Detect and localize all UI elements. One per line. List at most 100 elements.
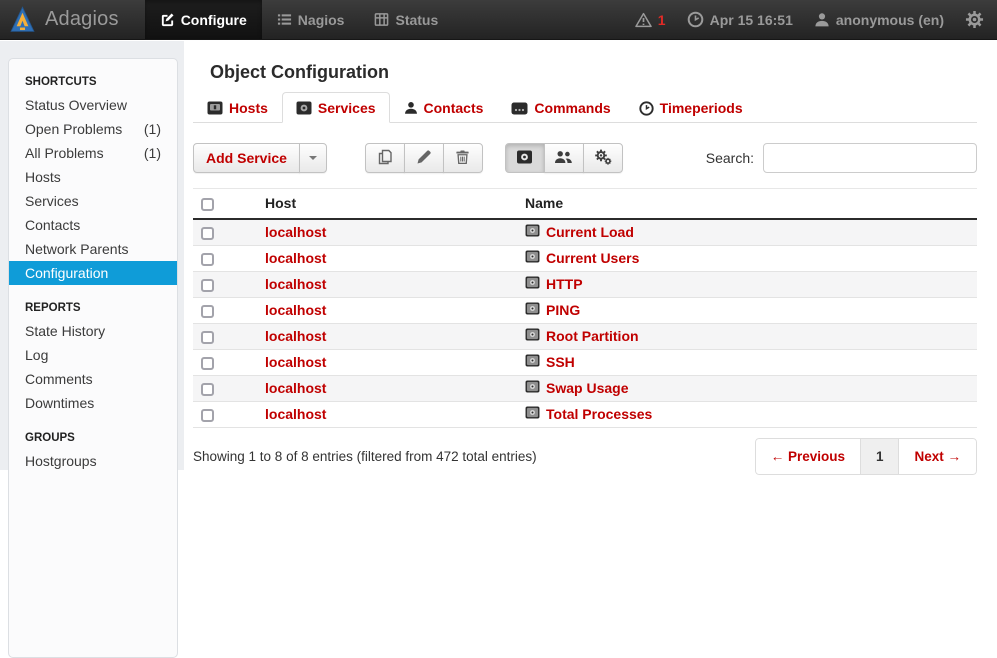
alerts-indicator[interactable]: 1 (635, 12, 666, 28)
datetime-label: Apr 15 16:51 (710, 12, 793, 28)
service-link[interactable]: Current Load (546, 224, 634, 240)
nav-item-nagios[interactable]: Nagios (262, 0, 360, 39)
service-link[interactable]: SSH (546, 354, 575, 370)
nav-item-label: Nagios (298, 12, 345, 28)
user-icon (814, 12, 830, 28)
tab-services[interactable]: Services (282, 92, 390, 123)
sidebar-item-label: Contacts (25, 216, 161, 234)
settings-menu[interactable] (965, 10, 984, 29)
user-menu[interactable]: anonymous (en) (814, 12, 944, 28)
row-checkbox[interactable] (201, 305, 214, 318)
services-view-button[interactable] (505, 143, 545, 173)
column-header-host[interactable]: Host (257, 189, 517, 220)
add-service-group: Add Service (193, 143, 327, 173)
host-link[interactable]: localhost (265, 302, 326, 318)
nav-item-configure[interactable]: Configure (145, 0, 262, 39)
tab-contacts[interactable]: Contacts (390, 92, 498, 123)
add-service-button[interactable]: Add Service (193, 143, 300, 173)
tab-commands[interactable]: Commands (497, 92, 624, 123)
host-link[interactable]: localhost (265, 354, 326, 370)
brand[interactable]: Adagios (0, 0, 129, 39)
sidebar-item-contacts[interactable]: Contacts (9, 213, 177, 237)
sidebar-item-open-problems[interactable]: Open Problems (1) (9, 117, 177, 141)
host-link[interactable]: localhost (265, 406, 326, 422)
service-link[interactable]: Total Processes (546, 406, 652, 422)
row-checkbox[interactable] (201, 383, 214, 396)
edit-icon (160, 12, 175, 27)
host-link[interactable]: localhost (265, 250, 326, 266)
delete-button[interactable] (443, 143, 483, 173)
tab-timeperiods[interactable]: Timeperiods (625, 92, 757, 123)
sidebar-item-network-parents[interactable]: Network Parents (9, 237, 177, 261)
row-checkbox[interactable] (201, 331, 214, 344)
sidebar-section: SHORTCUTS Status Overview Open Problems … (9, 69, 177, 285)
sidebar-item-comments[interactable]: Comments (9, 367, 177, 391)
add-service-dropdown-button[interactable] (299, 143, 327, 173)
nav-item-status[interactable]: Status (359, 0, 453, 39)
chevron-down-icon (309, 156, 317, 160)
tab-label: Services (318, 100, 376, 116)
row-checkbox[interactable] (201, 279, 214, 292)
sidebar-item-label: Open Problems (25, 120, 144, 138)
table-row: localhost Root Partition (193, 323, 977, 349)
row-checkbox[interactable] (201, 227, 214, 240)
search-label: Search: (706, 150, 754, 166)
table-row: localhost HTTP (193, 271, 977, 297)
sidebar-item-status-overview[interactable]: Status Overview (9, 93, 177, 117)
settings-view-button[interactable] (583, 143, 623, 173)
table-row: localhost PING (193, 297, 977, 323)
sidebar-item-label: Hostgroups (25, 452, 161, 470)
gears-icon (594, 149, 612, 168)
sidebar-item-log[interactable]: Log (9, 343, 177, 367)
sidebar-item-badge: (1) (144, 120, 161, 138)
service-link[interactable]: PING (546, 302, 580, 318)
tab-label: Commands (534, 100, 610, 116)
timeperiods-icon (639, 101, 654, 116)
table-row: localhost SSH (193, 349, 977, 375)
copy-icon (377, 149, 393, 168)
sidebar-item-services[interactable]: Services (9, 189, 177, 213)
sidebar-item-hosts[interactable]: Hosts (9, 165, 177, 189)
search-input[interactable] (763, 143, 977, 173)
select-all-checkbox[interactable] (201, 198, 214, 211)
contacts-view-button[interactable] (544, 143, 584, 173)
edit-button[interactable] (404, 143, 444, 173)
service-link[interactable]: Current Users (546, 250, 639, 266)
host-link[interactable]: localhost (265, 328, 326, 344)
object-tabs: Hosts Services Contacts (193, 92, 977, 123)
sidebar-item-label: State History (25, 322, 161, 340)
table-header-row: Host Name (193, 189, 977, 220)
column-header-name[interactable]: Name (517, 189, 977, 220)
next-page-button[interactable]: Next → (898, 438, 977, 475)
sidebar-item-label: Services (25, 192, 161, 210)
clock-indicator[interactable]: Apr 15 16:51 (687, 11, 793, 28)
row-checkbox[interactable] (201, 357, 214, 370)
tab-hosts[interactable]: Hosts (193, 92, 282, 123)
hosts-icon (207, 101, 223, 115)
host-link[interactable]: localhost (265, 276, 326, 292)
service-link[interactable]: HTTP (546, 276, 583, 292)
sidebar-item-configuration[interactable]: Configuration (9, 261, 177, 285)
gear-icon (965, 10, 984, 29)
sidebar-item-all-problems[interactable]: All Problems (1) (9, 141, 177, 165)
service-icon (525, 406, 540, 422)
adagios-logo-icon (9, 6, 36, 33)
service-icon (525, 302, 540, 318)
sidebar-item-state-history[interactable]: State History (9, 319, 177, 343)
sidebar-item-hostgroups[interactable]: Hostgroups (9, 449, 177, 473)
service-link[interactable]: Swap Usage (546, 380, 628, 396)
row-checkbox[interactable] (201, 409, 214, 422)
sidebar-section-title: SHORTCUTS (9, 69, 177, 93)
tab-label: Timeperiods (660, 100, 743, 116)
host-link[interactable]: localhost (265, 224, 326, 240)
navbar-right: 1 Apr 15 16:51 anonymous (en) (635, 0, 997, 39)
host-link[interactable]: localhost (265, 380, 326, 396)
copy-button[interactable] (365, 143, 405, 173)
sidebar-item-downtimes[interactable]: Downtimes (9, 391, 177, 415)
previous-page-button[interactable]: ← Previous (755, 438, 861, 475)
service-icon (525, 328, 540, 344)
current-page-button[interactable]: 1 (860, 438, 900, 475)
warning-icon (635, 12, 652, 28)
row-checkbox[interactable] (201, 253, 214, 266)
service-link[interactable]: Root Partition (546, 328, 639, 344)
